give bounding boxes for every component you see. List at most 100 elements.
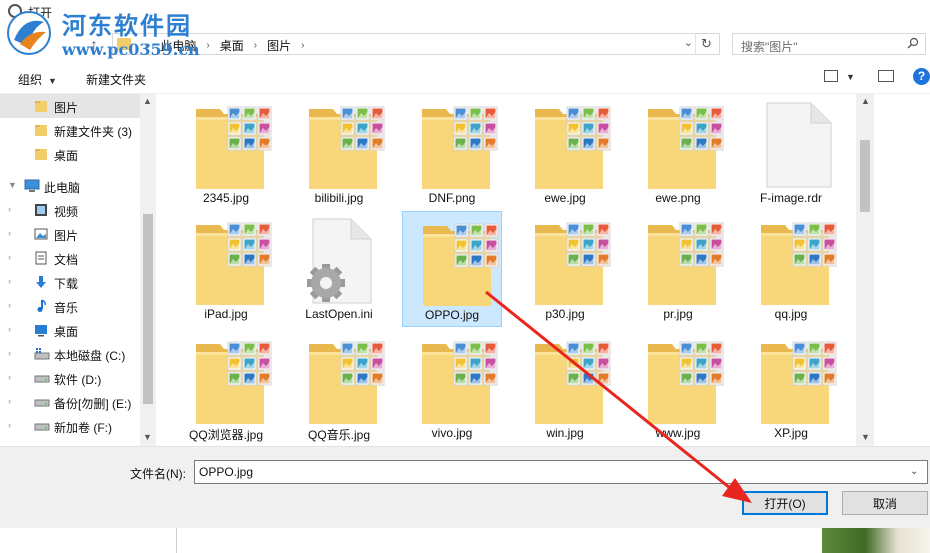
search-input[interactable]: 搜索"图片": [741, 38, 798, 55]
chevron-right-icon[interactable]: ›: [297, 40, 308, 51]
file-item[interactable]: 2345.jpg: [176, 95, 276, 211]
view-options-icon[interactable]: [824, 70, 838, 82]
file-name: pr.jpg: [663, 307, 693, 321]
scroll-down-icon[interactable]: ▼: [143, 432, 152, 442]
file-name: OPPO.jpg: [424, 308, 480, 322]
divider: [176, 528, 177, 553]
breadcrumb-item-desktop[interactable]: 桌面: [214, 37, 250, 54]
search-icon: [907, 37, 919, 49]
sidebar-item[interactable]: › 音乐: [0, 294, 140, 318]
drive-windows-icon: [34, 347, 50, 361]
file-name: F-image.rdr: [759, 191, 822, 205]
computer-icon: [24, 179, 40, 193]
preview-pane-icon[interactable]: [878, 70, 894, 82]
expand-right-icon[interactable]: ›: [8, 372, 11, 382]
sidebar-item[interactable]: 桌面: [0, 142, 140, 166]
file-item[interactable]: vivo.jpg: [402, 330, 502, 446]
chevron-down-icon[interactable]: ⌄: [910, 466, 918, 477]
organize-button[interactable]: 组织 ▼: [18, 71, 57, 88]
image-file-icon: [194, 217, 274, 305]
open-button[interactable]: 打开(O): [742, 491, 828, 515]
scrollbar-thumb[interactable]: [143, 214, 153, 404]
watermark-text: 河东软件园: [62, 11, 192, 40]
music-icon: [34, 299, 48, 313]
file-item[interactable]: XP.jpg: [741, 330, 841, 446]
file-item[interactable]: bilibili.jpg: [289, 95, 389, 211]
scrollbar-thumb[interactable]: [860, 140, 870, 212]
breadcrumb-item-pictures[interactable]: 图片: [261, 37, 297, 54]
sidebar-item-label: 图片: [54, 229, 79, 243]
file-item[interactable]: ewe.jpg: [515, 95, 615, 211]
background-photo: [822, 528, 930, 553]
file-item[interactable]: QQ音乐.jpg: [289, 330, 389, 446]
file-name: ewe.png: [655, 191, 701, 205]
sidebar-item-label: 新加卷 (F:): [54, 421, 112, 435]
view-caret-down-icon[interactable]: ▼: [846, 72, 855, 82]
file-item[interactable]: iPad.jpg: [176, 211, 276, 327]
expand-down-icon[interactable]: ▼: [8, 180, 17, 190]
sidebar-item[interactable]: › 软件 (D:): [0, 366, 140, 390]
file-item[interactable]: www.jpg: [628, 330, 728, 446]
scroll-up-icon[interactable]: ▲: [861, 96, 870, 106]
file-item[interactable]: p30.jpg: [515, 211, 615, 327]
expand-right-icon[interactable]: ›: [8, 300, 11, 310]
file-item[interactable]: ewe.png: [628, 95, 728, 211]
sidebar-item-label: 桌面: [54, 149, 79, 163]
file-item[interactable]: win.jpg: [515, 330, 615, 446]
file-item[interactable]: LastOpen.ini: [289, 211, 389, 327]
file-item[interactable]: DNF.png: [402, 95, 502, 211]
expand-right-icon[interactable]: ›: [8, 324, 11, 334]
watermark: 河东软件园 www.pc0359.cn: [0, 4, 210, 64]
file-list: 2345.jpg bilibili.jpg DNF.png ewe.jpg ew…: [156, 94, 856, 446]
chevron-down-icon[interactable]: ⌄: [684, 36, 693, 49]
caret-down-icon: ▼: [48, 76, 57, 86]
expand-right-icon[interactable]: ›: [8, 276, 11, 286]
image-file-icon: [421, 218, 501, 306]
expand-right-icon[interactable]: ›: [8, 252, 11, 262]
right-gap: [874, 94, 930, 446]
sidebar-item[interactable]: 新建文件夹 (3): [0, 118, 140, 142]
desktop-icon: [34, 323, 48, 337]
scroll-up-icon[interactable]: ▲: [143, 96, 152, 106]
file-item[interactable]: QQ浏览器.jpg: [176, 330, 276, 446]
sidebar-item-label: 本地磁盘 (C:): [54, 349, 126, 363]
sidebar-item[interactable]: › 本地磁盘 (C:): [0, 342, 140, 366]
new-folder-button[interactable]: 新建文件夹: [86, 71, 146, 88]
expand-right-icon[interactable]: ›: [8, 228, 11, 238]
sidebar-item[interactable]: › 新加卷 (F:): [0, 414, 140, 438]
sidebar-item[interactable]: › 下载: [0, 270, 140, 294]
image-file-icon: [533, 217, 613, 305]
expand-right-icon[interactable]: ›: [8, 204, 11, 214]
file-item[interactable]: qq.jpg: [741, 211, 841, 327]
drive-icon: [34, 419, 50, 433]
search-box[interactable]: 搜索"图片": [732, 33, 926, 55]
sidebar-scrollbar[interactable]: ▲ ▼: [140, 94, 156, 446]
expand-right-icon[interactable]: ›: [8, 420, 11, 430]
chevron-right-icon[interactable]: ›: [250, 40, 261, 51]
help-icon[interactable]: ?: [913, 68, 930, 85]
watermark-logo-icon: [7, 11, 51, 55]
sidebar-item[interactable]: 图片: [0, 94, 140, 118]
file-name: bilibili.jpg: [314, 191, 364, 205]
expand-right-icon[interactable]: ›: [8, 348, 11, 358]
file-list-scrollbar[interactable]: ▲ ▼: [856, 94, 874, 446]
scroll-down-icon[interactable]: ▼: [861, 432, 870, 442]
sidebar-item-label: 图片: [54, 101, 79, 115]
sidebar-item[interactable]: › 视频: [0, 198, 140, 222]
refresh-icon[interactable]: ↻: [695, 34, 717, 54]
sidebar-item[interactable]: › 桌面: [0, 318, 140, 342]
sidebar-item[interactable]: ▼ 此电脑: [0, 174, 140, 198]
watermark-url: www.pc0359.cn: [62, 40, 200, 59]
sidebar-item[interactable]: › 备份[勿删] (E:): [0, 390, 140, 414]
file-name: LastOpen.ini: [305, 307, 373, 321]
sidebar-item[interactable]: › 文档: [0, 246, 140, 270]
cancel-button[interactable]: 取消: [842, 491, 928, 515]
file-item[interactable]: OPPO.jpg: [402, 211, 502, 327]
sidebar-item-label: 音乐: [54, 301, 79, 315]
filename-input[interactable]: [194, 460, 928, 484]
file-item[interactable]: pr.jpg: [628, 211, 728, 327]
expand-right-icon[interactable]: ›: [8, 396, 11, 406]
sidebar-item-label: 此电脑: [44, 181, 81, 195]
file-item[interactable]: F-image.rdr: [741, 95, 841, 211]
sidebar-item[interactable]: › 图片: [0, 222, 140, 246]
